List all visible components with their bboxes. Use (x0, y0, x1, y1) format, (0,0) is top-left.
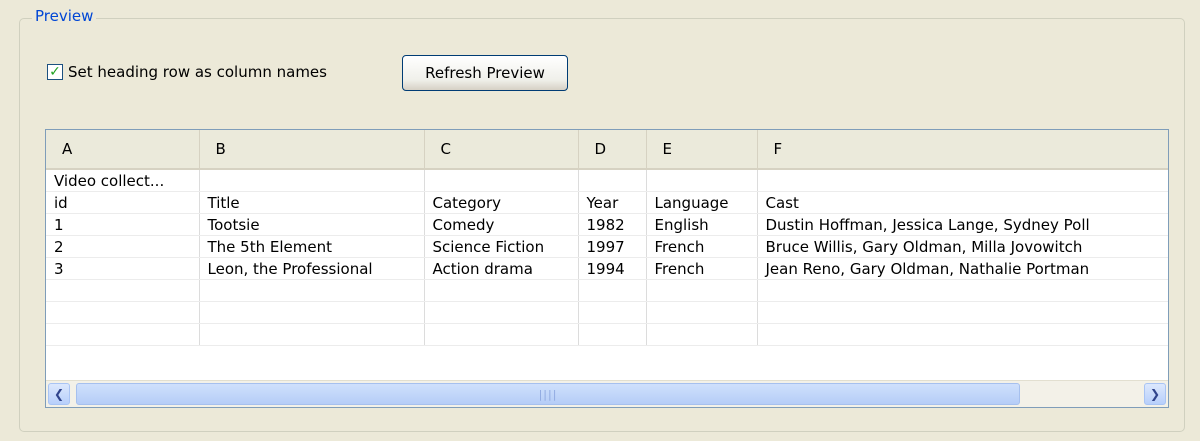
table-cell: 1994 (578, 257, 647, 280)
table-row[interactable]: 1 Tootsie Comedy 1982 English Dustin Hoffman,… (46, 213, 1168, 236)
heading-row-checkbox-label[interactable]: Set heading row as column names (68, 63, 327, 81)
table-cell: Science Fiction (424, 235, 579, 258)
table-cell (424, 323, 579, 346)
table-cell: 3 (46, 257, 200, 280)
table-cell: 1997 (578, 235, 647, 258)
table-cell: Action drama (424, 257, 579, 280)
refresh-preview-button[interactable]: Refresh Preview (402, 55, 568, 91)
scroll-left-button[interactable]: ❮ (48, 383, 70, 405)
table-cell: English (646, 213, 758, 236)
table-cell (646, 301, 758, 324)
heading-row-checkbox[interactable]: ✓ (47, 64, 63, 80)
table-cell (757, 169, 1168, 192)
preview-group-title: Preview (32, 6, 97, 26)
table-cell: id (46, 191, 200, 214)
scroll-right-button[interactable]: ❯ (1144, 383, 1166, 405)
table-cell (646, 279, 758, 302)
table-cell: Year (578, 191, 647, 214)
heading-row-option[interactable]: ✓ Set heading row as column names (47, 56, 327, 88)
table-cell (199, 323, 425, 346)
table-cell (424, 169, 579, 192)
table-cell: Leon, the Professional (199, 257, 425, 280)
table-cell: 1 (46, 213, 200, 236)
table-cell: Tootsie (199, 213, 425, 236)
table-cell (646, 323, 758, 346)
table-row[interactable]: 3 Leon, the Professional Action drama 1994 F… (46, 257, 1168, 280)
table-cell: Bruce Willis, Gary Oldman, Milla Jovowit… (757, 235, 1168, 258)
table-row[interactable]: Video collect... (46, 169, 1168, 192)
table-cell: French (646, 257, 758, 280)
table-cell: Video collect... (46, 169, 200, 192)
table-cell (757, 279, 1168, 302)
table-cell: Dustin Hoffman, Jessica Lange, Sydney Po… (757, 213, 1168, 236)
table-cell (46, 323, 200, 346)
table-cell (46, 301, 200, 324)
table-cell (199, 169, 425, 192)
table-cell (757, 301, 1168, 324)
column-header[interactable]: A (46, 130, 200, 170)
table-cell (646, 169, 758, 192)
table-cell: 2 (46, 235, 200, 258)
table-cell: Category (424, 191, 579, 214)
column-header[interactable]: D (578, 130, 647, 170)
horizontal-scrollbar[interactable]: ❮ |||| ❯ (46, 380, 1168, 407)
table-cell: Comedy (424, 213, 579, 236)
chevron-right-icon: ❯ (1149, 387, 1161, 401)
chevron-left-icon: ❮ (53, 387, 65, 401)
check-icon: ✓ (49, 64, 61, 80)
table-row[interactable] (46, 301, 1168, 324)
table-cell (578, 323, 647, 346)
table-cell: Jean Reno, Gary Oldman, Nathalie Portman (757, 257, 1168, 280)
table-header-row: ABCDEF (46, 130, 1168, 170)
column-header[interactable]: E (646, 130, 758, 170)
scroll-thumb[interactable]: |||| (76, 383, 1020, 405)
grip-icon: |||| (538, 387, 558, 401)
table-row[interactable]: 2 The 5th Element Science Fiction 1997 Frenc… (46, 235, 1168, 258)
column-header[interactable]: F (757, 130, 1168, 170)
column-header[interactable]: C (424, 130, 579, 170)
table-row[interactable] (46, 279, 1168, 302)
column-header[interactable]: B (199, 130, 425, 170)
table-cell (424, 279, 579, 302)
table-cell (424, 301, 579, 324)
table-cell: Cast (757, 191, 1168, 214)
table-row[interactable]: id Title Category Year Language Cast (46, 191, 1168, 214)
table-cell: Language (646, 191, 758, 214)
table-cell (199, 301, 425, 324)
table-cell: French (646, 235, 758, 258)
table-cell (199, 279, 425, 302)
table-cell: Title (199, 191, 425, 214)
table-cell (578, 301, 647, 324)
table-cell: 1982 (578, 213, 647, 236)
table-cell (46, 279, 200, 302)
preview-table[interactable]: ABCDEF Video collect... id Title Category Ye… (45, 129, 1169, 408)
table-cell: The 5th Element (199, 235, 425, 258)
table-cell (578, 169, 647, 192)
table-row[interactable] (46, 323, 1168, 346)
table-cell (578, 279, 647, 302)
table-cell (757, 323, 1168, 346)
